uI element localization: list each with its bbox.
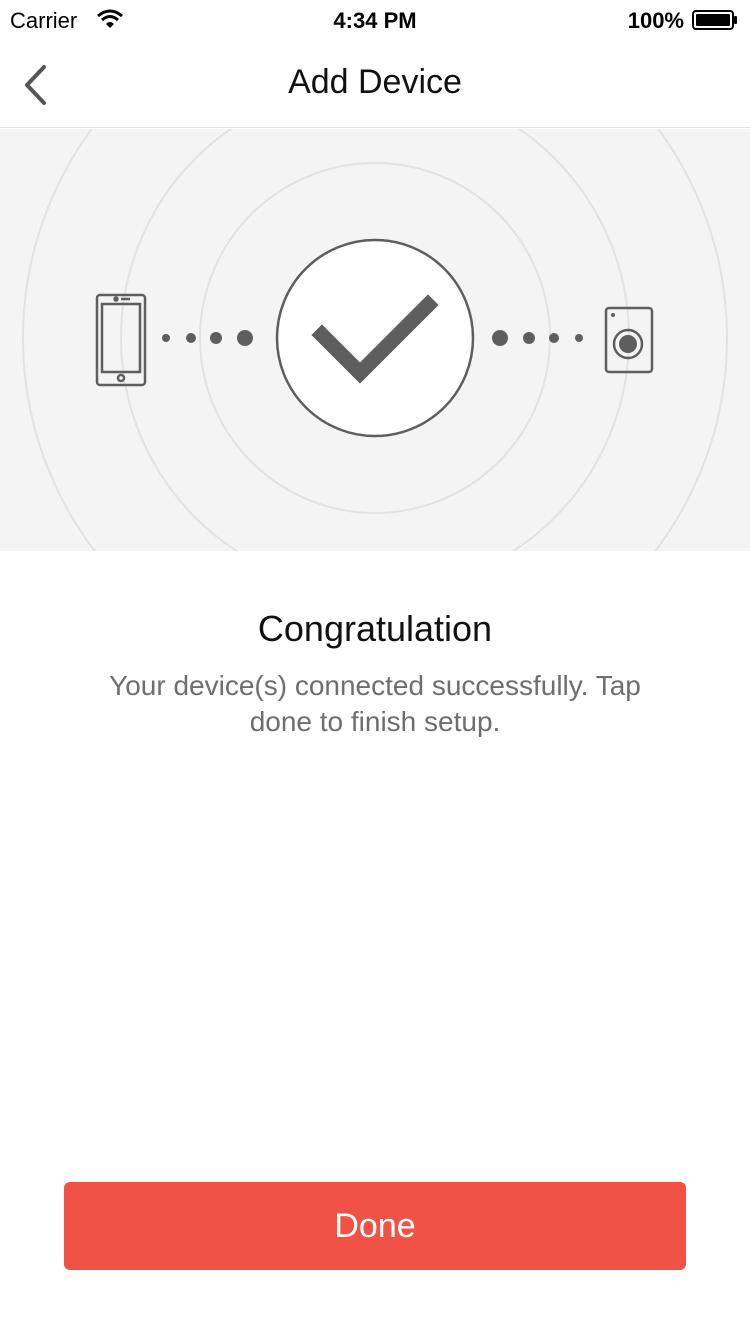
connection-graphic — [22, 129, 728, 551]
left-connection-dots — [162, 330, 253, 346]
status-bar: Carrier 4:34 PM 100% — [0, 0, 750, 40]
checkmark-icon — [275, 238, 475, 438]
navigation-bar: Add Device — [0, 40, 750, 128]
battery-icon — [692, 10, 737, 30]
success-title: Congratulation — [257, 608, 493, 649]
done-button[interactable]: Done — [64, 1182, 686, 1270]
add-device-screen: Carrier 4:34 PM 100% Add Device Congratu… — [0, 0, 750, 1334]
right-connection-dots — [492, 330, 583, 346]
success-message: Your device(s) connected successfully. T… — [109, 670, 641, 737]
connection-illustration — [0, 129, 750, 551]
page-title: Add Device — [288, 63, 462, 101]
battery-percent: 100% — [627, 8, 684, 33]
